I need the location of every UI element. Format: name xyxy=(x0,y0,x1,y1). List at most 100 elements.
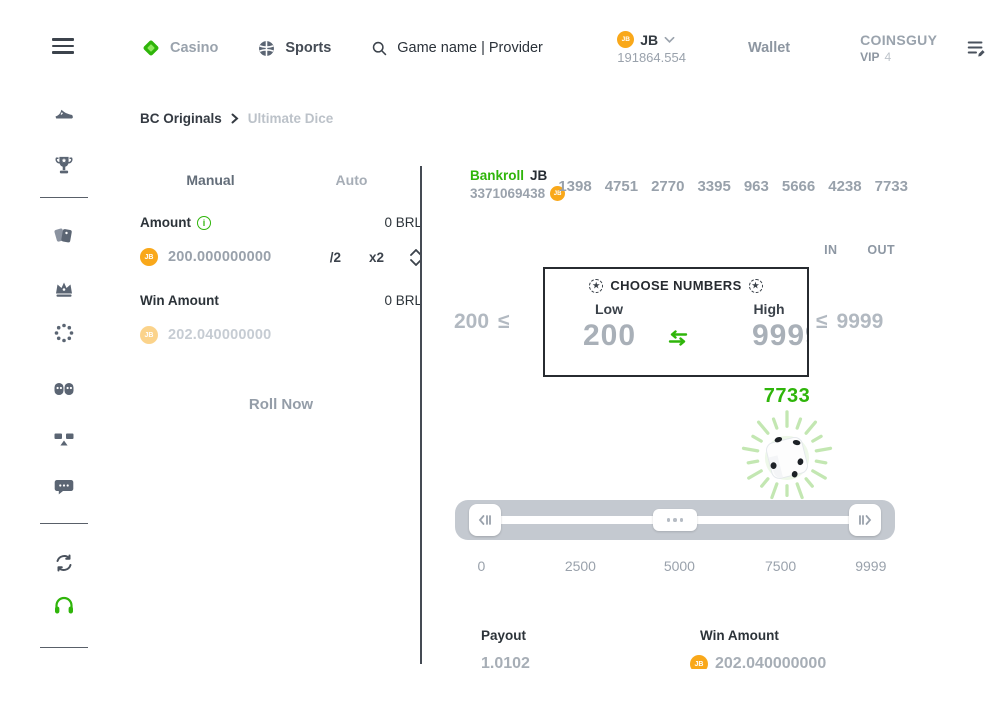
sidebar-item-tournament[interactable] xyxy=(50,152,78,180)
payout-stat: Payout 1.0102 xyxy=(481,628,530,669)
sidebar-item-vip-club[interactable] xyxy=(50,275,78,303)
info-icon[interactable]: i xyxy=(197,216,211,230)
sidebar-divider xyxy=(40,197,88,198)
balance-selector[interactable]: JB JB 191864.554 xyxy=(617,31,686,65)
desks-icon xyxy=(52,429,76,451)
swap-arrows-icon xyxy=(666,330,690,346)
win-amount-value: 202.040000000 xyxy=(715,655,826,669)
high-value-input[interactable]: 9999 xyxy=(752,319,809,353)
jb-coin-icon: JB xyxy=(617,31,634,48)
tick-label: 5000 xyxy=(664,558,695,574)
sidebar-item-community[interactable] xyxy=(50,376,78,404)
bankroll-currency: JB xyxy=(530,168,547,183)
sidebar-item-promotions[interactable] xyxy=(50,222,78,250)
amount-value[interactable]: 200.000000000 xyxy=(168,249,271,265)
in-out-toggle: IN OUT xyxy=(824,243,895,257)
in-button[interactable]: IN xyxy=(824,243,837,257)
game-panel: Bankroll JB 3371069438 JB 1398 4751 2770… xyxy=(450,166,910,669)
swap-icon xyxy=(52,552,76,574)
sidebar-divider xyxy=(40,523,88,524)
slider-scale: 0 2500 5000 7500 9999 xyxy=(455,558,895,576)
tick-label: 0 xyxy=(477,558,485,574)
menu-icon[interactable] xyxy=(52,38,74,54)
jb-coin-icon: JB xyxy=(690,655,708,669)
range-slider[interactable] xyxy=(455,500,895,540)
lte-sign: ≤ xyxy=(816,310,828,334)
history-number[interactable]: 7733 xyxy=(875,178,908,195)
panel-divider xyxy=(420,166,422,664)
bankroll-value: 3371069438 xyxy=(470,186,545,201)
sidebar-divider xyxy=(40,647,88,648)
win-amount-stat: Win Amount JB 202.040000000 xyxy=(690,628,826,669)
vip-level: 4 xyxy=(884,50,891,64)
sidebar-item-affiliate[interactable] xyxy=(50,426,78,454)
tags-icon xyxy=(52,224,76,248)
lte-sign: ≤ xyxy=(498,310,510,334)
tab-auto[interactable]: Auto xyxy=(281,172,422,188)
masks-icon xyxy=(52,379,76,401)
history-number[interactable]: 1398 xyxy=(558,178,591,195)
search-bar xyxy=(371,40,555,57)
amount-input[interactable]: JB 200.000000000 /2 x2 xyxy=(140,248,422,266)
breadcrumb: BC Originals Ultimate Dice xyxy=(140,111,333,126)
nav-sports[interactable]: Sports xyxy=(256,38,331,59)
sidebar-item-swap[interactable] xyxy=(50,549,78,577)
slider-handle-high[interactable] xyxy=(849,504,881,536)
sidebar-item-sports-shoes[interactable] xyxy=(50,99,78,127)
nav-casino-label: Casino xyxy=(170,40,218,56)
roll-now-button[interactable]: Roll Now xyxy=(249,396,313,413)
half-bet-button[interactable]: /2 xyxy=(330,250,341,265)
amount-fiat: 0 BRL xyxy=(384,215,422,230)
results-history: 1398 4751 2770 3395 963 5666 4238 7733 xyxy=(558,178,908,195)
history-number[interactable]: 4238 xyxy=(828,178,861,195)
dice-icon xyxy=(737,408,837,504)
high-label: High xyxy=(743,301,795,317)
basketball-icon xyxy=(256,38,277,59)
sidebar-item-chat[interactable] xyxy=(50,473,78,501)
amount-label: Amount xyxy=(140,215,191,230)
result-number: 7733 xyxy=(737,385,837,408)
tick-label: 9999 xyxy=(855,558,886,574)
low-value-input[interactable]: 200 xyxy=(583,319,636,353)
win-amount-label: Win Amount xyxy=(700,628,826,643)
payout-label: Payout xyxy=(481,628,530,643)
payout-value: 1.0102 xyxy=(481,655,530,669)
double-bet-button[interactable]: x2 xyxy=(369,250,384,265)
vip-label: VIP xyxy=(860,50,879,64)
breadcrumb-bc-originals[interactable]: BC Originals xyxy=(140,111,222,126)
sidebar-item-support[interactable] xyxy=(50,591,78,619)
balance-amount: 191864.554 xyxy=(617,50,686,65)
out-button[interactable]: OUT xyxy=(867,243,895,257)
tab-manual[interactable]: Manual xyxy=(140,172,281,188)
quests-button[interactable] xyxy=(965,38,987,58)
swap-values-button[interactable] xyxy=(666,330,690,346)
choose-numbers-box: ★ CHOOSE NUMBERS ★ Low High 200 9999 xyxy=(543,267,809,377)
circle-dots-icon xyxy=(52,321,76,345)
topbar: Casino Sports JB JB 191864.554 Wallet CO… xyxy=(92,0,1000,96)
bet-mode-tabs: Manual Auto xyxy=(140,172,422,188)
nav-casino[interactable]: Casino xyxy=(140,37,218,59)
range-max-value: 9999 xyxy=(837,310,884,334)
slider-handle-mid[interactable] xyxy=(653,509,697,531)
handle-high-icon xyxy=(857,512,873,528)
history-number[interactable]: 2770 xyxy=(651,178,684,195)
choose-numbers-title: CHOOSE NUMBERS xyxy=(610,278,741,293)
range-min: 200 ≤ xyxy=(454,310,510,334)
headset-icon xyxy=(52,594,76,617)
history-number[interactable]: 5666 xyxy=(782,178,815,195)
breadcrumb-current-page: Ultimate Dice xyxy=(248,111,334,126)
win-amount-field: JB 202.040000000 xyxy=(140,326,422,344)
search-input[interactable] xyxy=(397,40,555,56)
wallet-button[interactable]: Wallet xyxy=(748,40,790,56)
history-number[interactable]: 4751 xyxy=(605,178,638,195)
jb-coin-icon: JB xyxy=(140,248,158,266)
star-icon: ★ xyxy=(589,279,603,293)
slider-handle-low[interactable] xyxy=(469,504,501,536)
list-pencil-icon xyxy=(965,38,987,58)
win-amount-value: 202.040000000 xyxy=(168,327,271,343)
history-number[interactable]: 3395 xyxy=(697,178,730,195)
sidebar-item-bc-originals[interactable] xyxy=(50,319,78,347)
tick-label: 7500 xyxy=(765,558,796,574)
range-min-value: 200 xyxy=(454,310,489,334)
history-number[interactable]: 963 xyxy=(744,178,769,195)
